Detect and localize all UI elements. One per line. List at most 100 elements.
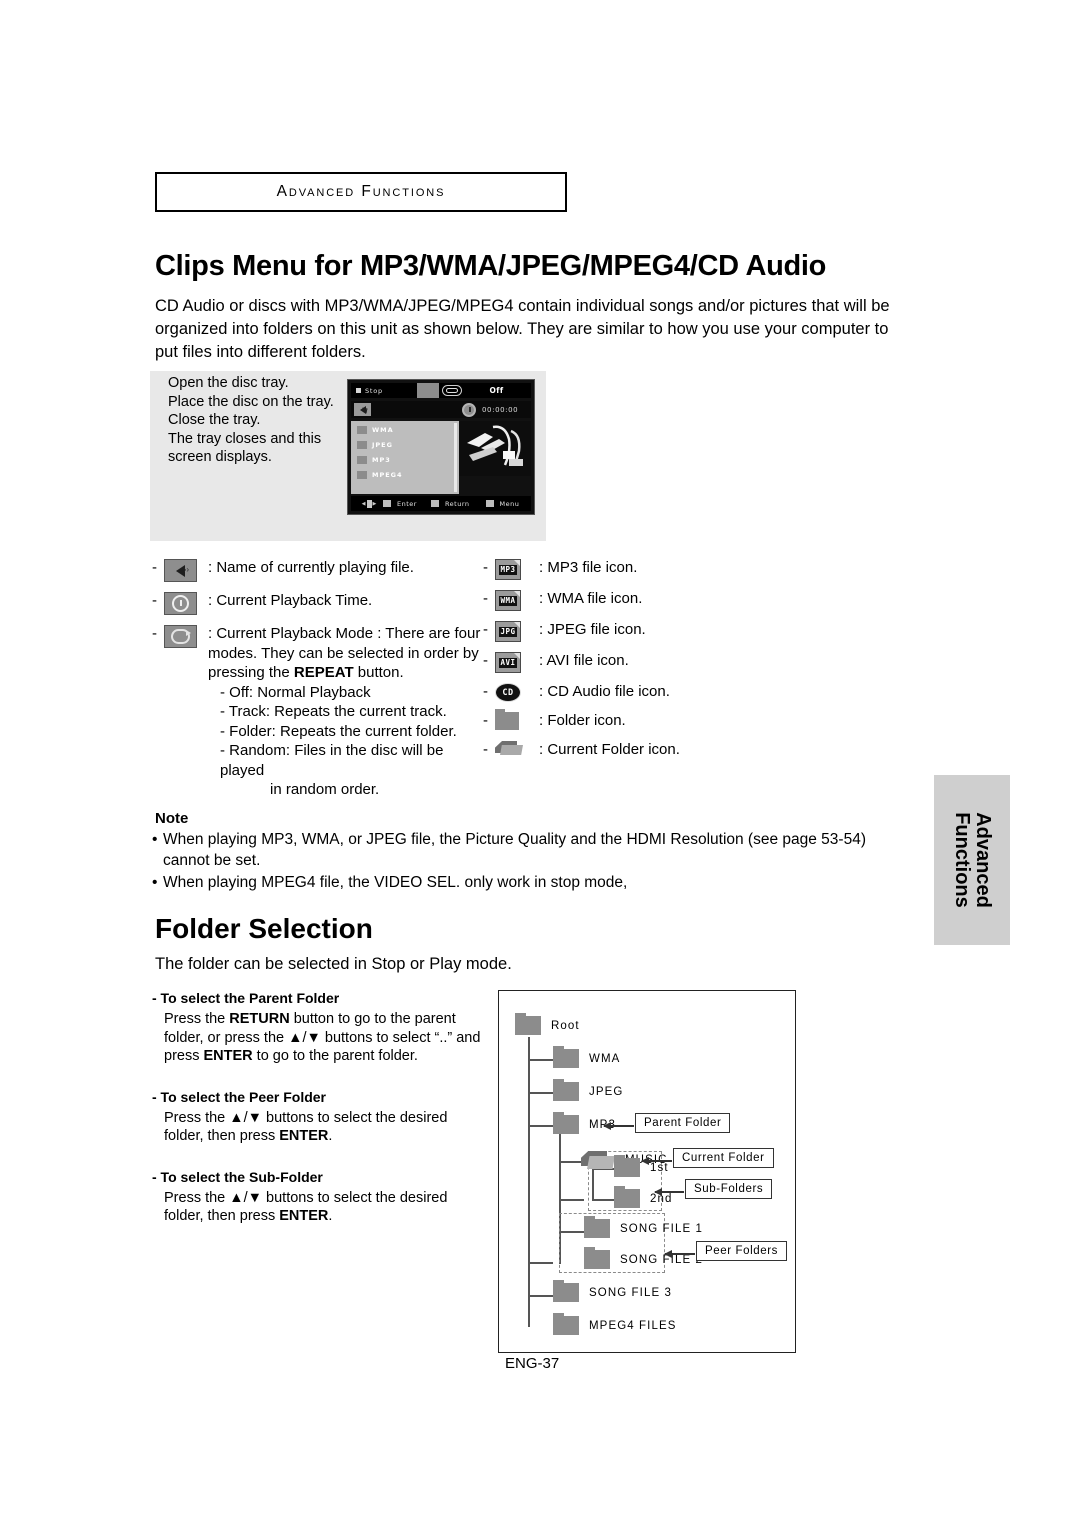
folder-icon — [553, 1279, 579, 1302]
folder-icon — [584, 1246, 610, 1269]
repeat-button-keyword: REPEAT — [293, 664, 354, 681]
menu-button-icon — [485, 500, 494, 507]
osd-file-list-item-label: MP3 — [372, 455, 391, 464]
folder-selection-block: - To select the Sub-Folder Press the ▲/▼ … — [152, 1169, 482, 1226]
cd-audio-icon: CD — [495, 682, 539, 702]
note-bullet: • When playing MP3, WMA, or JPEG file, th… — [152, 830, 904, 871]
folder-icon — [614, 1154, 640, 1177]
callout-arrow — [641, 1157, 672, 1164]
legend-item: - WMA: WMA file icon. — [483, 589, 783, 611]
folder-icon — [495, 709, 539, 730]
callout-arrow — [664, 1250, 695, 1257]
osd-nav-enter: Enter — [397, 499, 417, 508]
osd-filename-field — [351, 401, 459, 418]
repeat-mode-icon — [442, 385, 462, 396]
tree-node-wma[interactable]: WMA — [553, 1045, 621, 1068]
osd-mode-value: Off — [489, 386, 504, 395]
tree-node-root[interactable]: Root — [515, 1012, 580, 1035]
tree-node-label: JPEG — [589, 1085, 624, 1098]
osd-file-list-item[interactable]: WMA — [351, 423, 459, 436]
legend-item: - CD: CD Audio file icon. — [483, 682, 783, 702]
note-body: • When playing MP3, WMA, or JPEG file, th… — [152, 830, 904, 896]
legend-dash: - — [483, 559, 488, 576]
folder-selection-subtitle: The folder can be selected in Stop or Pl… — [155, 955, 512, 973]
legend-dash: - — [152, 559, 157, 576]
manual-page: Advanced Functions Clips Menu for MP3/WM… — [0, 0, 1080, 1528]
tree-node-song-file-1[interactable]: SONG FILE 1 — [584, 1215, 704, 1238]
folder-icon — [357, 470, 367, 479]
folder-icon — [584, 1215, 610, 1238]
page-title: Clips Menu for MP3/WMA/JPEG/MPEG4/CD Aud… — [155, 250, 827, 282]
tree-node-label: SONG FILE 1 — [620, 1222, 704, 1235]
folder-icon — [515, 1012, 541, 1035]
dpad-icon: ◀ ▶ — [361, 499, 377, 508]
tree-connector — [528, 1059, 553, 1061]
bullet-dot: • — [152, 874, 158, 891]
osd-file-list-item[interactable]: MP3 — [351, 453, 459, 466]
legend-dash: - — [483, 652, 488, 669]
osd-file-list-item-label: MPEG4 — [372, 470, 403, 479]
tree-connector — [528, 1092, 553, 1094]
clock-icon — [164, 591, 208, 615]
osd-file-list-item[interactable]: MPEG4 — [351, 468, 459, 481]
tree-node-jpeg[interactable]: JPEG — [553, 1078, 624, 1101]
callout-current-folder: Current Folder — [673, 1148, 774, 1168]
legend-dash: - — [483, 590, 488, 607]
legend-text-main: : Current Playback Mode : There are four… — [208, 625, 481, 681]
legend-item: - ›› : Name of currently playing file. — [152, 558, 482, 582]
note-bullet-text: When playing MPEG4 file, the VIDEO SEL. … — [163, 874, 628, 891]
button-keyword: ENTER — [203, 1048, 253, 1064]
legend-item: - AVI : AVI file icon. — [483, 651, 783, 673]
osd-time-value: 00:00:00 — [482, 405, 519, 414]
legend-dash: - — [152, 625, 157, 642]
icon-tag-text: AVI — [498, 657, 518, 668]
folder-tree-inner: Root WMA JPEG MP3 MUSIC 1st — [499, 991, 795, 1352]
osd-status-label: Stop — [365, 386, 383, 395]
button-keyword: ENTER — [279, 1128, 329, 1144]
callout-arrow — [603, 1122, 634, 1129]
chapter-header-box: Advanced Functions — [155, 172, 567, 212]
folder-icon — [614, 1185, 640, 1208]
tree-node-mpeg4-files[interactable]: MPEG4 FILES — [553, 1312, 677, 1335]
tree-connector — [528, 1295, 553, 1297]
folder-icon — [357, 425, 367, 434]
figure-step-line: Place the disc on the tray. — [168, 393, 334, 410]
figure-step-line: The tray closes and this screen displays… — [168, 430, 322, 466]
clock-icon — [462, 402, 476, 417]
tree-connector — [559, 1199, 584, 1201]
folder-selection-block: - To select the Parent Folder Press the R… — [152, 990, 482, 1066]
bullet-dot: • — [152, 831, 158, 848]
side-tab-line2: Functions — [951, 812, 973, 908]
icon-tag-text: MP3 — [498, 564, 518, 575]
legend-mode-line: in random order. — [270, 781, 380, 798]
legend-mode-line: - Random: Files in the disc will be play… — [220, 742, 444, 779]
osd-time-field: 00:00:00 — [459, 401, 531, 418]
button-keyword: ENTER — [279, 1208, 329, 1224]
current-folder-icon — [495, 740, 539, 755]
folder-selection-block-body: Press the RETURN button to go to the par… — [164, 1011, 481, 1064]
legend-item: - MP3: MP3 file icon. — [483, 558, 783, 580]
osd-top-bar: Stop Off — [351, 383, 531, 398]
tree-node-label: WMA — [589, 1052, 621, 1065]
note-bullet-text: When playing MP3, WMA, or JPEG file, the… — [163, 831, 866, 869]
speaker-icon: ›› — [164, 558, 208, 582]
legend-text: : Folder icon. — [539, 712, 626, 729]
legend-text: : JPEG file icon. — [539, 621, 646, 638]
legend-mode-line: - Track: Repeats the current track. — [220, 703, 447, 720]
tree-node-song-file-3[interactable]: SONG FILE 3 — [553, 1279, 672, 1302]
legend-mode-line: - Off: Normal Playback — [220, 683, 371, 701]
folder-selection-block-heading: - To select the Peer Folder — [152, 1088, 327, 1105]
tree-node-label: MPEG4 FILES — [589, 1319, 677, 1332]
tree-node-label: 1st — [650, 1161, 669, 1174]
wma-file-icon: WMA — [495, 589, 539, 611]
osd-scrollbar[interactable] — [454, 423, 457, 492]
page-number: ENG-37 — [505, 1355, 560, 1372]
legend-dash: - — [483, 621, 488, 638]
legend-text: : AVI file icon. — [539, 652, 629, 669]
callout-parent-folder: Parent Folder — [635, 1113, 731, 1133]
osd-file-list-item[interactable]: JPEG — [351, 438, 459, 451]
legend-dash: - — [483, 712, 488, 729]
folder-selection-instructions: - To select the Parent Folder Press the R… — [152, 990, 482, 1249]
osd-nav-bar: ◀ ▶ Enter Return Menu — [351, 496, 531, 511]
avi-file-icon: AVI — [495, 651, 539, 673]
